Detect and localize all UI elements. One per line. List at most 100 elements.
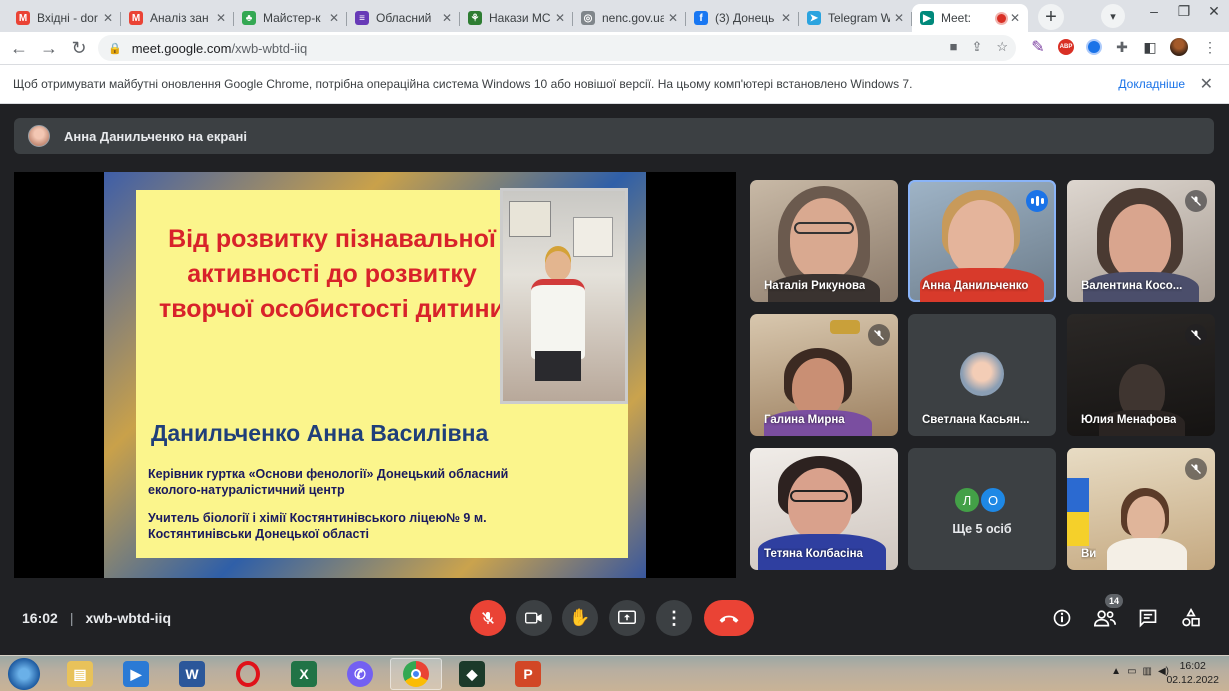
close-tab-icon[interactable]: ✕ [329,11,339,25]
side-panel-icon[interactable]: ◧ [1140,37,1160,57]
taskbar-app[interactable]: ◆ [446,658,498,690]
mic-off-icon [868,324,890,346]
browser-tab[interactable]: ≡ Обласний ✕ [347,4,460,32]
more-options-button[interactable]: ⋮ [656,600,692,636]
browser-tab[interactable]: ♣ Майстер-к ✕ [234,4,347,32]
participant-name: Юлия Менафова [1081,414,1177,426]
taskbar-media-player[interactable]: ▶ [110,658,162,690]
chat-icon [1139,609,1157,628]
camera-permission-icon[interactable]: ■ [950,39,958,55]
mic-off-icon [1185,190,1207,212]
participant-tile[interactable]: Галина Мирна [750,314,898,436]
participant-avatar [960,352,1004,396]
microphone-toggle-button[interactable] [470,600,506,636]
adblock-icon[interactable]: ABP [1056,37,1076,57]
taskbar-excel[interactable]: X [278,658,330,690]
taskbar-chrome[interactable] [390,658,442,690]
address-bar[interactable]: 🔒 meet.google.com/xwb-wbtd-iiq ■ ⇪ ☆ [98,35,1016,61]
camera-toggle-button[interactable] [516,600,552,636]
more-participants-avatars: Л О [953,486,1007,514]
infobar-close-icon[interactable]: ✕ [1200,74,1213,94]
close-tab-icon[interactable]: ✕ [555,11,565,25]
present-screen-button[interactable] [609,600,645,636]
taskbar-viber[interactable]: ✆ [334,658,386,690]
lock-icon[interactable]: 🔒 [108,42,122,55]
tray-expand-icon[interactable]: ▲ [1111,666,1121,677]
taskbar-time: 16:02 [1179,660,1206,672]
tab-title: Майстер-к [263,11,321,25]
infobar-message: Щоб отримувати майбутні оновлення Google… [13,77,913,91]
participant-tile[interactable]: Тетяна Колбасіна [750,448,898,570]
chrome-menu-icon[interactable]: ⋮ [1200,37,1220,57]
raise-hand-button[interactable]: ✋ [562,600,598,636]
powerpoint-icon: P [515,661,541,687]
minimize-icon[interactable]: – [1139,0,1169,24]
more-participants-tile[interactable]: Л О Ще 5 осіб [908,448,1056,570]
taskbar-powerpoint[interactable]: P [502,658,554,690]
close-tab-icon[interactable]: ✕ [442,11,452,25]
participant-tile-speaking[interactable]: Анна Данильченко [908,180,1056,302]
extensions-puzzle-icon[interactable]: ✚ [1112,37,1132,57]
new-tab-button[interactable]: + [1038,4,1064,30]
presenter-avatar [28,125,50,147]
close-tab-icon[interactable]: ✕ [216,11,226,25]
close-tab-icon[interactable]: ✕ [668,11,678,25]
participant-tile[interactable]: Валентина Косо... [1067,180,1215,302]
browser-tab[interactable]: M Вхідні - dor ✕ [8,4,121,32]
participant-tile[interactable]: Светлана Касьян... [908,314,1056,436]
pen-extension-icon[interactable]: ✎ [1028,37,1048,57]
tab-search-icon[interactable]: ▾ [1101,4,1125,28]
participant-tile[interactable]: Юлия Менафова [1067,314,1215,436]
taskbar-clock[interactable]: 16:02 02.12.2022 [1166,659,1219,687]
activities-icon [1182,608,1200,627]
participant-name: Тетяна Колбасіна [764,548,863,560]
taskbar-opera[interactable] [222,658,274,690]
infobar-more-link[interactable]: Докладніше [1118,77,1185,91]
opera-icon [236,661,260,687]
os-update-infobar: Щоб отримувати майбутні оновлення Google… [0,64,1229,104]
close-tab-icon[interactable]: ✕ [781,11,791,25]
browser-tab[interactable]: M Аналіз зан ✕ [121,4,234,32]
profile-avatar-icon[interactable] [1168,37,1190,57]
taskbar-explorer[interactable]: ▤ [54,658,106,690]
browser-tab[interactable]: ▶ Meet: ✕ [912,4,1028,32]
leave-call-button[interactable] [704,600,754,636]
close-tab-icon[interactable]: ✕ [894,11,904,25]
bookmark-star-icon[interactable]: ☆ [996,39,1008,55]
tab-title: Аналіз зан [150,11,209,25]
browser-tab[interactable]: ◎ nenc.gov.ua ✕ [573,4,686,32]
self-tile[interactable]: Ви [1067,448,1215,570]
hang-up-icon [719,615,739,623]
participant-tile[interactable]: Наталія Рикунова [750,180,898,302]
close-window-icon[interactable]: ✕ [1199,0,1229,24]
back-icon[interactable]: ← [4,38,34,59]
taskbar-word[interactable]: W [166,658,218,690]
forward-icon[interactable]: → [34,38,64,59]
close-tab-icon[interactable]: ✕ [1010,11,1020,25]
photo-poster [509,201,551,237]
people-button[interactable] [1092,605,1118,631]
tab-title: Meet: [941,11,972,25]
extension-blue-icon[interactable] [1084,37,1104,57]
browser-tab[interactable]: ⚘ Накази МС ✕ [460,4,573,32]
tray-power-icon[interactable]: ▭ [1127,666,1136,677]
close-tab-icon[interactable]: ✕ [103,11,113,25]
presentation-stage[interactable]: Від розвитку пізнавальної активності до … [14,172,736,578]
flag-yellow [1067,512,1089,546]
meeting-info-button[interactable] [1049,605,1075,631]
gmail-icon: M [16,11,30,25]
start-button[interactable] [4,657,44,691]
tab-title: Накази МС [489,11,551,25]
reload-icon[interactable]: ↻ [64,38,94,59]
speaking-indicator-icon [1026,190,1048,212]
chat-button[interactable] [1135,605,1161,631]
maximize-icon[interactable]: ❐ [1169,0,1199,24]
browser-tab[interactable]: f (3) Донець ✕ [686,4,799,32]
tray-network-icon[interactable]: ▥ [1143,666,1152,677]
share-icon[interactable]: ⇪ [971,39,982,55]
participant-name: Анна Данильченко [922,280,1029,292]
people-icon [1094,610,1116,627]
browser-tab[interactable]: ➤ Telegram W ✕ [799,4,912,32]
activities-button[interactable] [1178,605,1204,631]
window-controls: – ❐ ✕ [1139,0,1229,24]
